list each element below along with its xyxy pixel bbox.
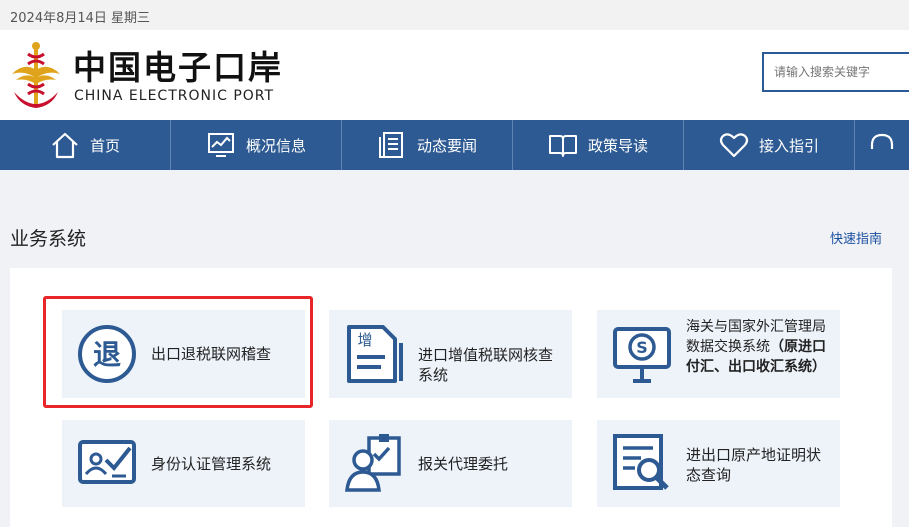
document-list-icon [378,132,403,158]
card-forex-data-exchange[interactable]: S 海关与国家外汇管理局数据交换系统（原进口付汇、出口收汇系统） [597,310,840,398]
nav-item-label: 接入指引 [758,136,819,155]
logo-chinese-name[interactable]: 中国电子口岸 [73,41,283,89]
card-label: 报关代理委托 [418,455,509,473]
forex-monitor-icon: S [613,327,671,383]
nav-item-label: 动态要闻 [416,136,477,155]
card-customs-agent[interactable]: 报关代理委托 [329,420,572,507]
home-icon [52,132,78,159]
nav-item-label: 首页 [89,136,120,155]
main-nav: 首页 概况信息 动态要闻 政策导读 接入指引 [0,120,909,170]
card-export-tax-refund[interactable]: 退 出口退税联网稽查 [62,310,305,398]
card-identity-auth[interactable]: 身份认证管理系统 [62,420,305,507]
customs-emblem-icon[interactable] [10,40,62,110]
chart-monitor-icon [207,133,234,157]
nav-item-label: 政策导读 [587,136,648,155]
search-input[interactable] [762,52,909,92]
customs-agent-icon [345,434,401,492]
site-header: 中国电子口岸 CHINA ELECTRONIC PORT [0,30,909,120]
tax-refund-icon: 退 [78,325,136,383]
card-import-vat-check[interactable]: 增 进口增值税联网核查系统 [329,310,572,398]
nav-item-home[interactable]: 首页 [0,120,171,170]
nav-item-policy[interactable]: 政策导读 [513,120,684,170]
nav-item-access-guide[interactable]: 接入指引 [684,120,855,170]
certificate-search-icon [613,434,669,490]
card-label: 身份认证管理系统 [151,455,272,473]
card-label: 进口增值税联网核查系统 [418,346,554,384]
id-card-icon [78,440,136,484]
nav-item-label: 概况信息 [245,136,306,155]
quick-guide-link[interactable]: 快速指南 [830,228,882,247]
date-bar: 2024年8月14日 星期三 [0,0,909,30]
nav-item-support[interactable] [855,120,909,170]
headset-icon [870,133,894,149]
open-book-icon [548,135,577,157]
vat-check-icon: 增 [347,325,403,383]
logo-english-name[interactable]: CHINA ELECTRONIC PORT [74,88,274,104]
heart-icon [719,133,749,158]
section-title: 业务系统 [10,228,87,250]
current-date: 2024年8月14日 星期三 [10,11,151,26]
nav-item-news[interactable]: 动态要闻 [342,120,513,170]
nav-item-overview[interactable]: 概况信息 [171,120,342,170]
card-label: 出口退税联网稽查 [151,345,272,363]
svg-text:S: S [636,338,648,357]
card-label: 海关与国家外汇管理局数据交换系统（原进口付汇、出口收汇系统） [686,317,832,377]
vat-check-icon-char: 增 [357,331,372,349]
card-origin-certificate[interactable]: 进出口原产地证明状态查询 [597,420,840,507]
tax-refund-icon-char: 退 [93,338,121,371]
card-label: 进出口原产地证明状态查询 [686,446,822,484]
